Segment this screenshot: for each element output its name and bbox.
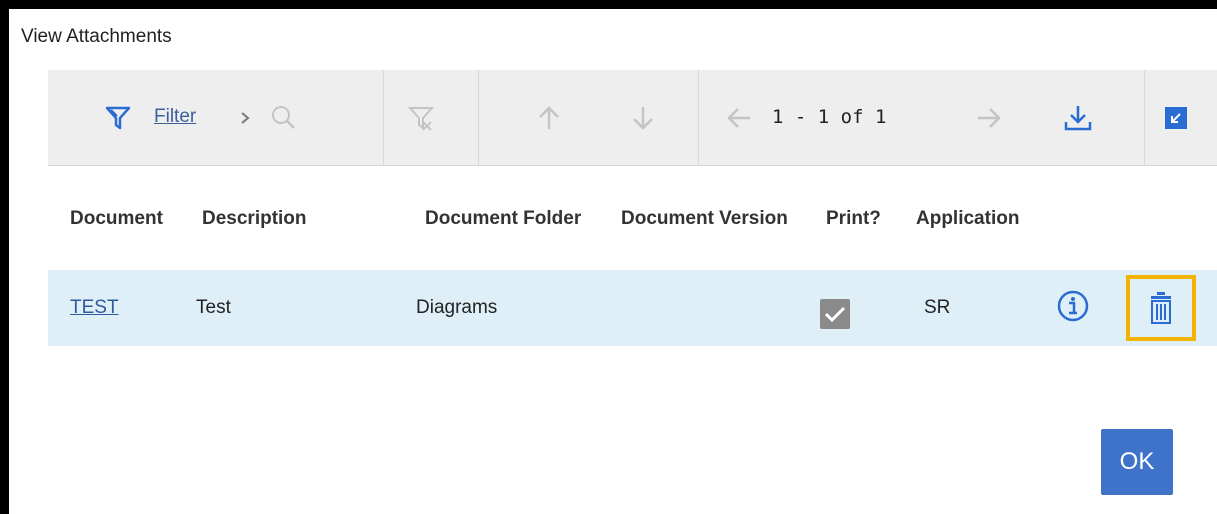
view-attachments-dialog: View Attachments Filter 1 - 1 of 1 Docum… <box>9 9 1217 514</box>
document-link[interactable]: TEST <box>70 297 119 319</box>
info-icon[interactable] <box>1056 289 1090 323</box>
dialog-title: View Attachments <box>21 26 172 47</box>
search-icon[interactable] <box>267 70 301 165</box>
filter-link[interactable]: Filter <box>154 106 196 128</box>
column-header-description[interactable]: Description <box>202 208 307 230</box>
description-cell: Test <box>196 297 231 318</box>
arrow-left-icon[interactable] <box>724 70 754 165</box>
table-header-row: Document Description Document Folder Doc… <box>48 208 1217 238</box>
clear-filter-icon[interactable] <box>404 70 438 165</box>
checkmark-icon <box>824 306 846 323</box>
column-header-document[interactable]: Document <box>70 208 163 230</box>
arrow-right-icon[interactable] <box>974 70 1004 165</box>
application-cell: SR <box>924 297 951 318</box>
print-checkbox[interactable] <box>820 299 850 329</box>
chevron-right-icon[interactable] <box>235 70 255 165</box>
column-header-document-folder[interactable]: Document Folder <box>425 208 581 230</box>
column-header-print[interactable]: Print? <box>826 208 881 230</box>
column-header-application[interactable]: Application <box>916 208 1019 230</box>
folder-cell: Diagrams <box>416 297 498 318</box>
arrow-up-icon[interactable] <box>534 70 564 165</box>
column-header-document-version[interactable]: Document Version <box>621 208 788 230</box>
minimize-icon[interactable] <box>1161 70 1191 165</box>
table-row[interactable]: TEST Test Diagrams SR <box>48 270 1217 346</box>
ok-button[interactable]: OK <box>1101 429 1173 495</box>
pager-text: 1 - 1 of 1 <box>772 106 887 128</box>
download-icon[interactable] <box>1061 70 1095 165</box>
trash-icon <box>1151 292 1171 324</box>
table-toolbar: Filter 1 - 1 of 1 <box>48 70 1217 166</box>
filter-icon[interactable] <box>103 70 133 165</box>
arrow-down-icon[interactable] <box>628 70 658 165</box>
delete-attachment-button[interactable] <box>1126 275 1196 341</box>
